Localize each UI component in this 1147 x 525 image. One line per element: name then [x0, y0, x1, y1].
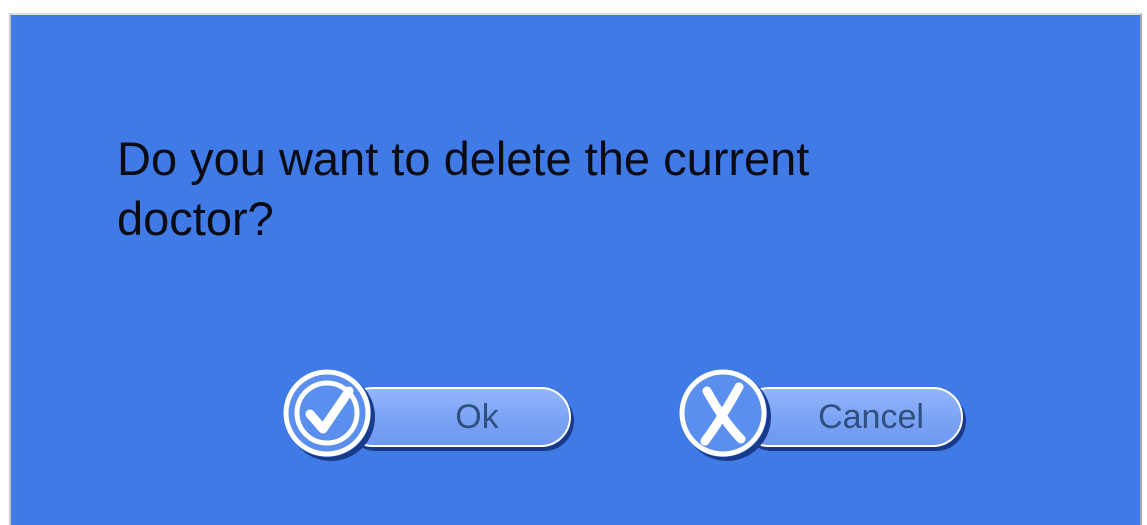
cancel-button-body[interactable]: Cancel [739, 387, 963, 447]
cancel-button[interactable]: Cancel [677, 369, 977, 459]
dialog-message: Do you want to delete the current doctor… [117, 132, 810, 245]
ok-button-label: Ok [455, 397, 499, 436]
checkmark-icon[interactable] [283, 369, 371, 457]
confirm-dialog: Do you want to delete the current doctor… [9, 13, 1142, 525]
x-icon[interactable] [679, 369, 767, 457]
cancel-button-label: Cancel [818, 397, 924, 436]
ok-button[interactable]: Ok [281, 369, 581, 459]
ok-button-body[interactable]: Ok [343, 387, 571, 447]
